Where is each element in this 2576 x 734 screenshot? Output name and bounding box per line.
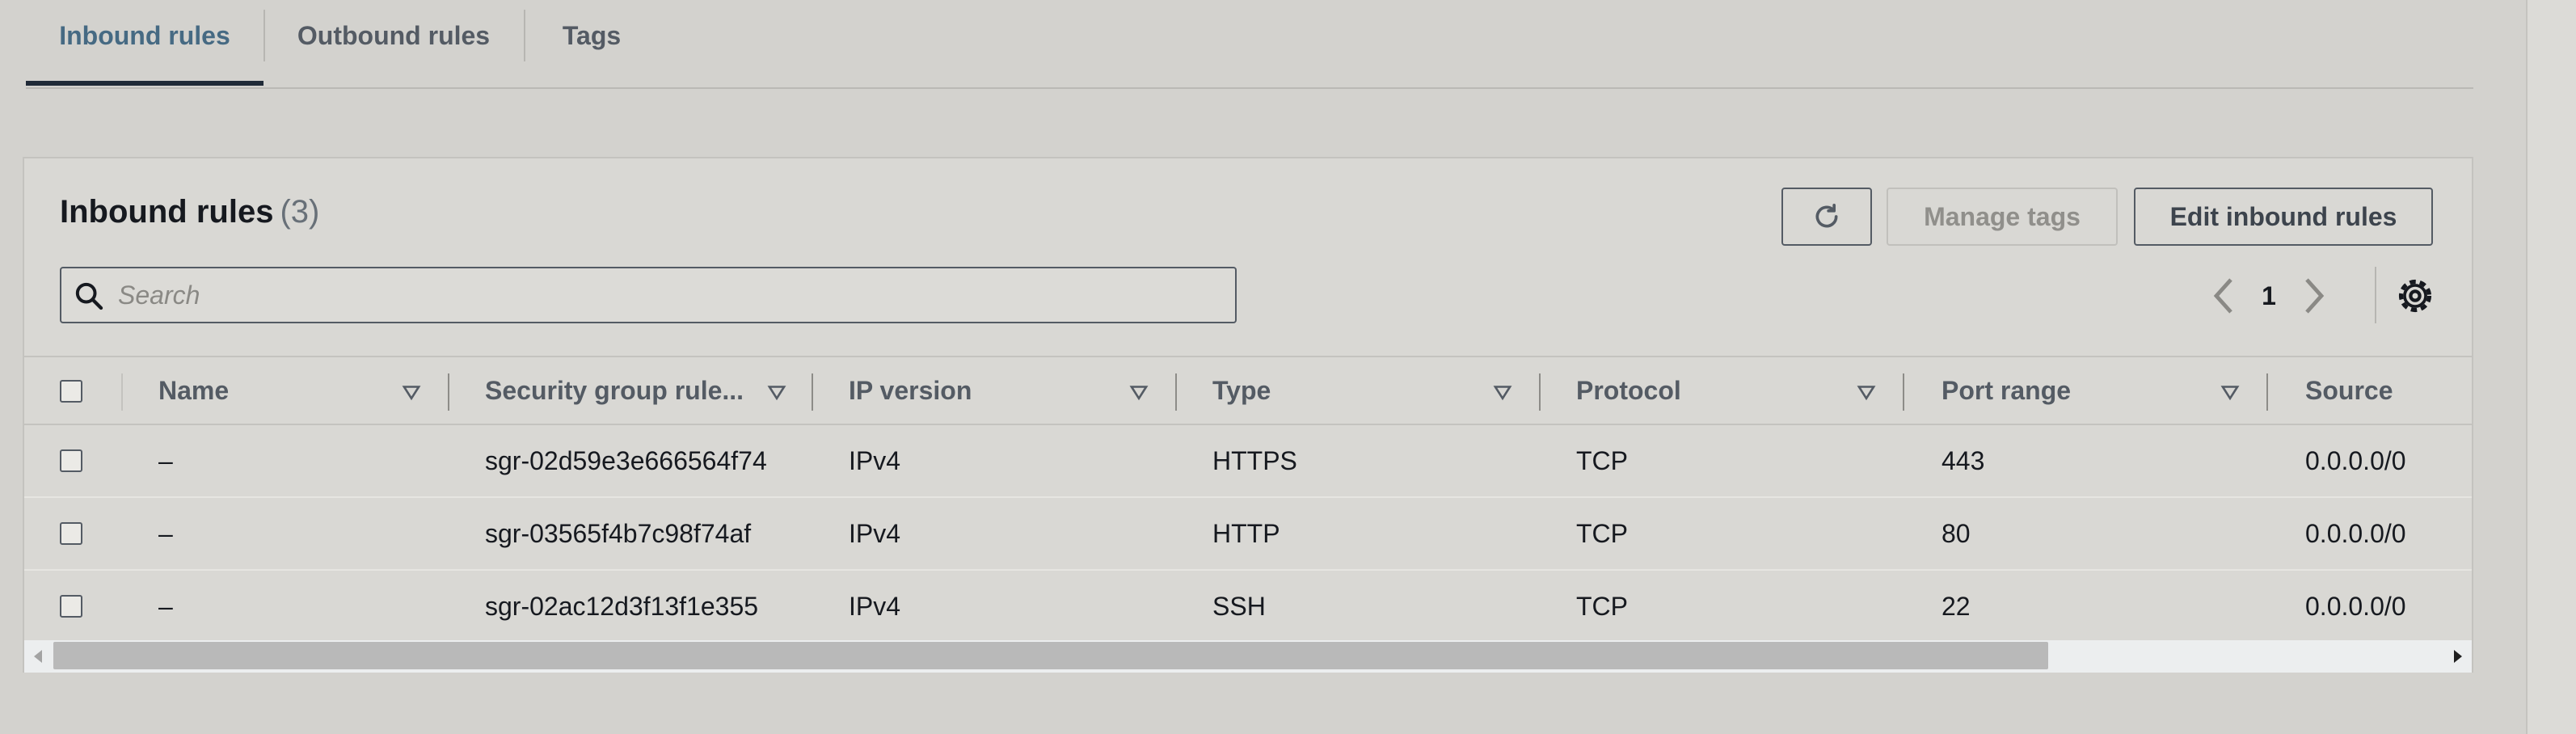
sort-icon[interactable] xyxy=(1856,382,1877,403)
inbound-rules-panel: Inbound rules (3) Manage tags Edit inboun… xyxy=(23,157,2473,673)
panel-title-text: Inbound rules xyxy=(60,194,274,230)
cell-port-range: 443 xyxy=(1941,445,1985,475)
scrollbar-thumb[interactable] xyxy=(53,642,2048,669)
cell-source: 0.0.0.0/0 xyxy=(2305,591,2406,621)
column-header-type[interactable]: Type xyxy=(1212,357,1271,424)
column-divider[interactable] xyxy=(1175,373,1177,411)
tab-inbound-rules[interactable]: Inbound rules xyxy=(26,0,264,71)
column-divider[interactable] xyxy=(1539,373,1541,411)
rule-count: (3) xyxy=(280,194,320,230)
tab-outbound-rules[interactable]: Outbound rules xyxy=(265,0,522,71)
scroll-right-arrow-icon[interactable] xyxy=(2449,648,2465,664)
row-checkbox[interactable] xyxy=(60,595,82,618)
column-divider[interactable] xyxy=(448,373,449,411)
cell-rule-id: sgr-03565f4b7c98f74af xyxy=(485,518,752,548)
cell-rule-id: sgr-02d59e3e666564f74 xyxy=(485,445,767,475)
gear-icon[interactable] xyxy=(2393,273,2438,318)
sort-icon[interactable] xyxy=(766,382,787,403)
cell-protocol: TCP xyxy=(1576,445,1628,475)
tab-bar: Inbound rules Outbound rules Tags xyxy=(26,0,2473,89)
column-divider[interactable] xyxy=(1903,373,1904,411)
next-page-icon[interactable] xyxy=(2297,272,2329,320)
refresh-icon xyxy=(1815,204,1838,228)
edit-inbound-rules-button[interactable]: Edit inbound rules xyxy=(2134,188,2433,246)
column-divider xyxy=(121,373,123,411)
column-divider[interactable] xyxy=(812,373,813,411)
select-all-checkbox[interactable] xyxy=(60,380,82,403)
column-divider[interactable] xyxy=(2266,373,2268,411)
column-header-security-group-rule[interactable]: Security group rule... xyxy=(485,357,744,424)
horizontal-scrollbar[interactable] xyxy=(24,640,2472,673)
cell-rule-id: sgr-02ac12d3f13f1e355 xyxy=(485,591,759,621)
page-edge xyxy=(2526,0,2576,734)
panel-title: Inbound rules (3) xyxy=(60,194,319,230)
column-header-name[interactable]: Name xyxy=(158,357,229,424)
search-input[interactable] xyxy=(118,268,1217,322)
cell-source: 0.0.0.0/0 xyxy=(2305,445,2406,475)
active-tab-indicator xyxy=(26,81,264,86)
refresh-button[interactable] xyxy=(1781,188,1872,246)
column-header-port-range[interactable]: Port range xyxy=(1941,357,2071,424)
tab-tags[interactable]: Tags xyxy=(525,0,658,71)
column-header-source[interactable]: Source xyxy=(2305,357,2393,424)
cell-type: SSH xyxy=(1212,591,1266,621)
cell-ip-version: IPv4 xyxy=(849,591,901,621)
table-header: Name Security group rule... IP version T… xyxy=(24,356,2472,425)
row-checkbox[interactable] xyxy=(60,449,82,472)
manage-tags-button[interactable]: Manage tags xyxy=(1887,188,2118,246)
cell-type: HTTPS xyxy=(1212,445,1297,475)
table-row[interactable]: – sgr-03565f4b7c98f74af IPv4 HTTP TCP 80… xyxy=(24,498,2472,571)
sort-icon[interactable] xyxy=(1492,382,1513,403)
column-header-protocol[interactable]: Protocol xyxy=(1576,357,1681,424)
scroll-left-arrow-icon[interactable] xyxy=(31,648,47,664)
sort-icon[interactable] xyxy=(1128,382,1149,403)
cell-ip-version: IPv4 xyxy=(849,445,901,475)
sort-icon[interactable] xyxy=(401,382,422,403)
sort-icon[interactable] xyxy=(2220,382,2241,403)
pagination-divider xyxy=(2375,267,2376,323)
cell-name: – xyxy=(158,445,173,475)
cell-name: – xyxy=(158,518,173,548)
search-box xyxy=(60,267,1237,323)
current-page-number[interactable]: 1 xyxy=(2249,272,2289,320)
cell-name: – xyxy=(158,591,173,621)
column-header-ip-version[interactable]: IP version xyxy=(849,357,972,424)
cell-type: HTTP xyxy=(1212,518,1280,548)
search-icon xyxy=(75,282,103,310)
previous-page-icon[interactable] xyxy=(2208,272,2241,320)
row-checkbox[interactable] xyxy=(60,522,82,545)
cell-port-range: 80 xyxy=(1941,518,1971,548)
rules-table: Name Security group rule... IP version T… xyxy=(24,356,2472,643)
table-row[interactable]: – sgr-02d59e3e666564f74 IPv4 HTTPS TCP 4… xyxy=(24,425,2472,498)
cell-ip-version: IPv4 xyxy=(849,518,901,548)
cell-port-range: 22 xyxy=(1941,591,1971,621)
cell-protocol: TCP xyxy=(1576,591,1628,621)
cell-source: 0.0.0.0/0 xyxy=(2305,518,2406,548)
table-row[interactable]: – sgr-02ac12d3f13f1e355 IPv4 SSH TCP 22 … xyxy=(24,571,2472,643)
cell-protocol: TCP xyxy=(1576,518,1628,548)
